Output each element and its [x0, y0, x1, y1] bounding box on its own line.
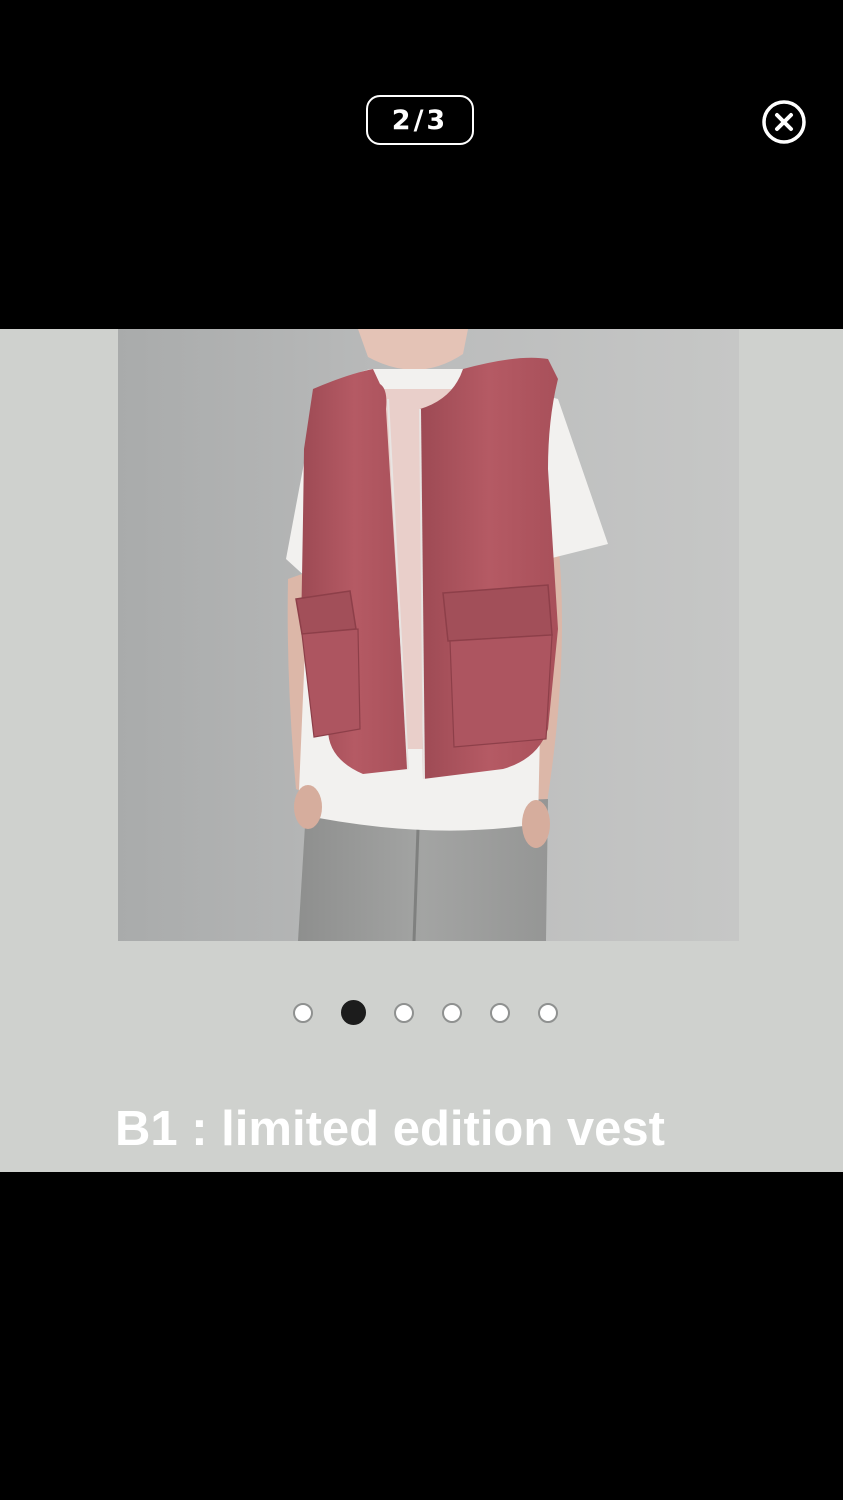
image-counter: 2/3: [366, 95, 474, 145]
product-photo: [118, 329, 739, 941]
product-caption: B1 : limited edition vest: [115, 1102, 665, 1156]
pagination-dot[interactable]: [489, 1003, 510, 1023]
pagination-dot-active[interactable]: [340, 1000, 366, 1025]
pagination-dots: [0, 999, 843, 1027]
pagination-dot[interactable]: [537, 1003, 558, 1023]
image-viewer: 2/3 B1: limited edition vest: [0, 0, 843, 1500]
close-circle-icon: [762, 100, 806, 144]
image-slide[interactable]: B1 : limited edition vest: [0, 329, 843, 1172]
close-button[interactable]: [761, 99, 807, 145]
pagination-dot[interactable]: [393, 1003, 414, 1023]
pagination-dot[interactable]: [292, 1003, 313, 1023]
pagination-dot[interactable]: [441, 1003, 462, 1023]
